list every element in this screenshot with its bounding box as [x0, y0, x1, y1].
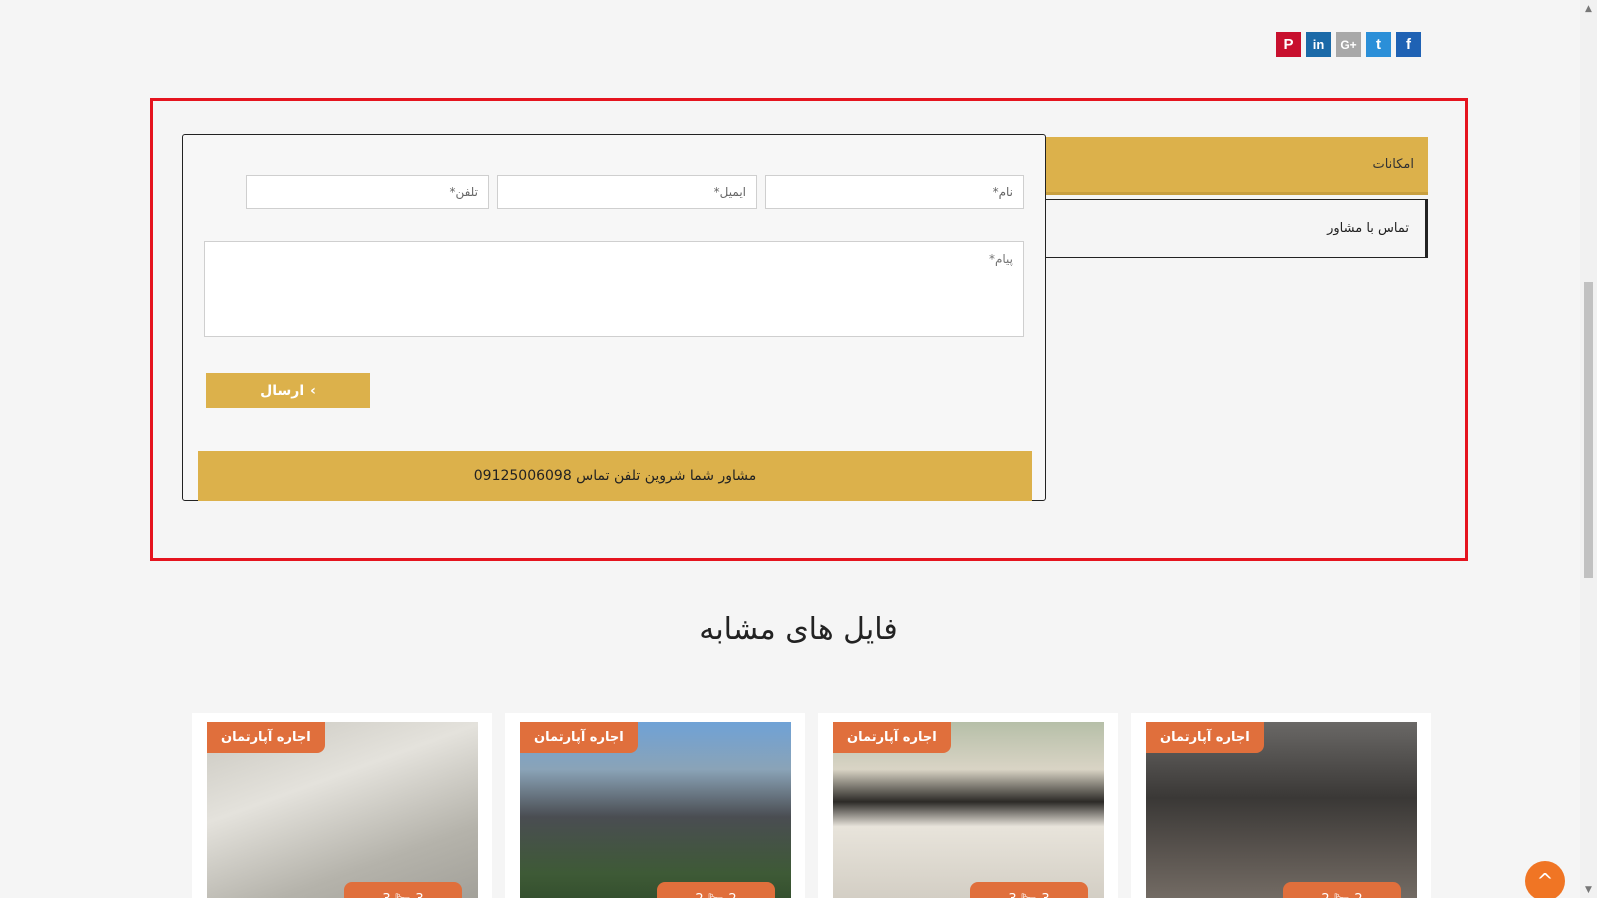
social-share: P in G+ t f [1276, 32, 1421, 57]
property-stats: 3 🛏 3 [970, 882, 1088, 898]
twitter-icon[interactable]: t [1366, 32, 1391, 57]
property-stats: 2 🛏 2 [1283, 882, 1401, 898]
email-field[interactable] [497, 175, 757, 209]
chevron-left-icon: ‹ [310, 382, 316, 399]
property-card[interactable]: اجاره آپارتمان 2 🛏 2 [505, 713, 805, 898]
back-to-top-button[interactable]: ^ [1525, 861, 1565, 898]
property-card[interactable]: اجاره آپارتمان 2 🛏 2 [1131, 713, 1431, 898]
send-label: ارسال [260, 382, 305, 399]
contact-form-panel: ارسال ‹ مشاور شما شروین تلفن تماس 091250… [182, 134, 1046, 501]
message-field[interactable] [204, 241, 1024, 337]
chevron-up-icon: ^ [1536, 869, 1554, 893]
property-stats: 3 🛏 3 [344, 882, 462, 898]
category-badge: اجاره آپارتمان [520, 722, 638, 753]
scroll-thumb[interactable] [1584, 282, 1593, 578]
page-scrollbar[interactable]: ▲ ▼ [1580, 0, 1597, 898]
similar-files-title: فایل های مشابه [699, 612, 898, 647]
name-field[interactable] [765, 175, 1024, 209]
property-card[interactable]: اجاره آپارتمان 3 🛏 3 [818, 713, 1118, 898]
category-badge: اجاره آپارتمان [1146, 722, 1264, 753]
category-badge: اجاره آپارتمان [207, 722, 325, 753]
property-card[interactable]: اجاره آپارتمان 3 🛏 3 [192, 713, 492, 898]
tab-features[interactable]: امکانات [1045, 137, 1428, 195]
category-badge: اجاره آپارتمان [833, 722, 951, 753]
consultant-info: مشاور شما شروین تلفن تماس 09125006098 [198, 451, 1032, 501]
tab-contact-agent[interactable]: تماس با مشاور [1045, 199, 1428, 258]
scroll-down-icon[interactable]: ▼ [1580, 881, 1597, 898]
property-stats: 2 🛏 2 [657, 882, 775, 898]
pinterest-icon[interactable]: P [1276, 32, 1301, 57]
send-button[interactable]: ارسال ‹ [206, 373, 370, 408]
scroll-up-icon[interactable]: ▲ [1580, 0, 1597, 17]
googleplus-icon[interactable]: G+ [1336, 32, 1361, 57]
facebook-icon[interactable]: f [1396, 32, 1421, 57]
phone-field[interactable] [246, 175, 489, 209]
linkedin-icon[interactable]: in [1306, 32, 1331, 57]
